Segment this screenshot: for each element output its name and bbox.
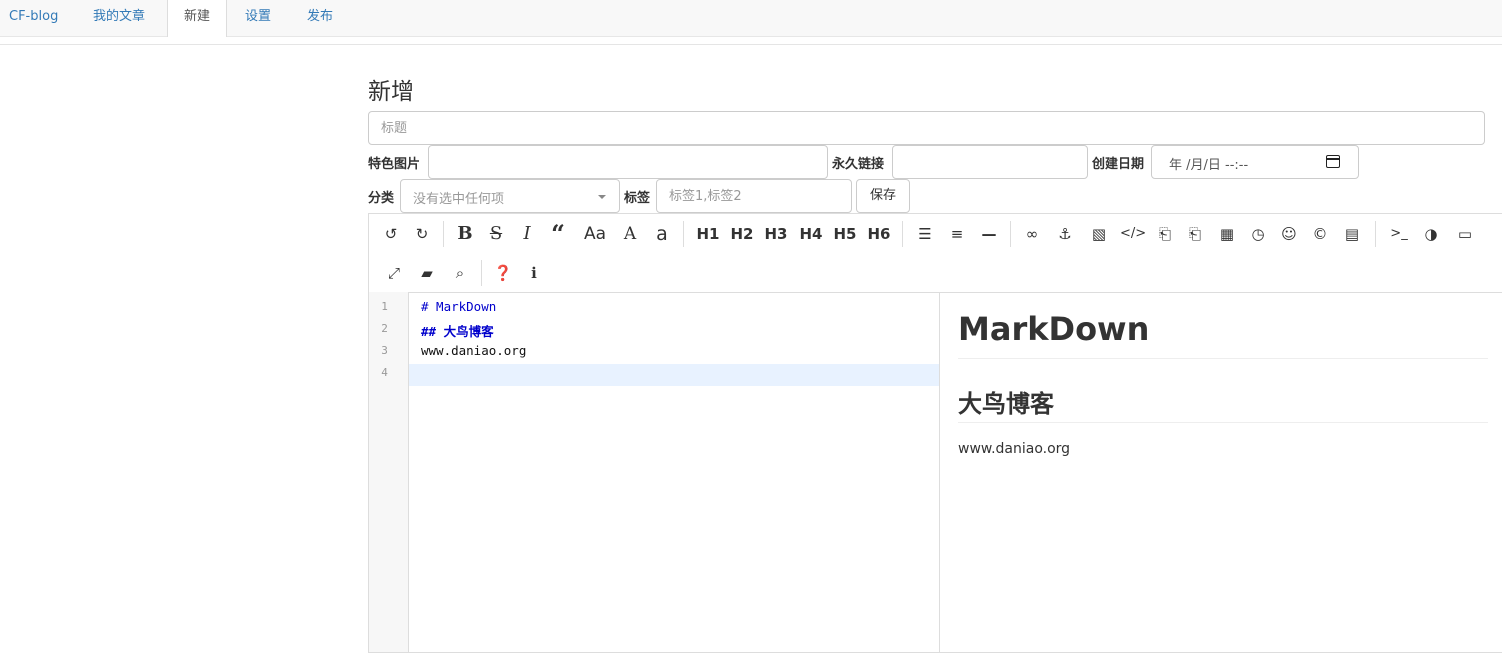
- preview-h2-rule: [958, 422, 1488, 423]
- desktop-icon[interactable]: ▭: [1453, 221, 1477, 247]
- permalink-input[interactable]: [892, 145, 1088, 179]
- featured-image-input[interactable]: [428, 145, 828, 179]
- preview-h1-rule: [958, 358, 1488, 359]
- code-line: # MarkDown: [421, 299, 497, 314]
- category-select[interactable]: 没有选中任何项: [400, 179, 620, 213]
- preview-h1: MarkDown: [958, 310, 1150, 348]
- fullscreen-icon[interactable]: ⤢: [382, 260, 406, 286]
- save-button[interactable]: 保存: [856, 179, 910, 213]
- lowercase-icon[interactable]: a: [650, 221, 674, 247]
- markdown-editor: ↺ ↻ B S I “ Aa A a H1 H2 H3 H4 H5 H6 ☰ ≡…: [368, 213, 1502, 653]
- tab-cf-blog[interactable]: CF-blog: [9, 0, 58, 36]
- tags-input[interactable]: [656, 179, 852, 213]
- anchor-icon[interactable]: ⚓: [1053, 221, 1077, 247]
- h3-button[interactable]: H3: [761, 221, 791, 247]
- h2-button[interactable]: H2: [727, 221, 757, 247]
- h4-button[interactable]: H4: [796, 221, 826, 247]
- emoji-icon[interactable]: ☺: [1277, 221, 1301, 247]
- line-number: 3: [381, 344, 388, 357]
- uppercase-icon[interactable]: Aa: [577, 221, 613, 247]
- image-icon[interactable]: ▧: [1087, 221, 1111, 247]
- line-number: 1: [381, 300, 388, 313]
- eye-slash-icon[interactable]: ◑: [1419, 221, 1443, 247]
- tab-settings[interactable]: 设置: [245, 0, 271, 36]
- bold-icon[interactable]: B: [453, 221, 477, 247]
- category-label: 分类: [368, 191, 395, 206]
- toolbar-separator: [683, 221, 684, 247]
- page-title: 新增: [368, 79, 414, 105]
- nav-divider: [0, 44, 1502, 45]
- editor-toolbar: ↺ ↻ B S I “ Aa A a H1 H2 H3 H4 H5 H6 ☰ ≡…: [369, 214, 1502, 293]
- terminal-icon[interactable]: >_: [1386, 221, 1412, 247]
- preview-h2: 大鸟博客: [958, 390, 1054, 418]
- code-line: www.daniao.org: [421, 343, 527, 358]
- featured-image-label: 特色图片: [368, 157, 421, 172]
- strikethrough-icon[interactable]: S: [484, 221, 508, 247]
- markdown-code-area[interactable]: # MarkDown ## 大鸟博客 www.daniao.org: [409, 292, 939, 652]
- calendar-icon[interactable]: [1326, 155, 1340, 168]
- capitalize-icon[interactable]: A: [618, 221, 642, 247]
- markdown-preview: MarkDown 大鸟博客 www.daniao.org: [940, 292, 1502, 652]
- toolbar-separator: [443, 221, 444, 247]
- chevron-down-icon: [598, 195, 606, 199]
- tab-my-articles[interactable]: 我的文章: [93, 0, 145, 36]
- link-icon[interactable]: ∞: [1020, 221, 1044, 247]
- line-number-gutter: 1 2 3 4: [369, 292, 409, 652]
- page-break-icon[interactable]: ▤: [1340, 221, 1364, 247]
- toolbar-separator: [1010, 221, 1011, 247]
- tab-publish[interactable]: 发布: [307, 0, 333, 36]
- search-icon[interactable]: ⌕: [448, 260, 472, 286]
- line-number: 4: [381, 366, 388, 379]
- created-date-input[interactable]: 年 /月/日 --:--: [1151, 145, 1359, 179]
- eraser-icon[interactable]: ▰: [415, 260, 439, 286]
- code-line: ## 大鸟博客: [421, 324, 494, 339]
- category-placeholder: 没有选中任何项: [413, 192, 505, 207]
- h5-button[interactable]: H5: [830, 221, 860, 247]
- h6-button[interactable]: H6: [864, 221, 894, 247]
- preview-paragraph: www.daniao.org: [958, 441, 1071, 457]
- undo-icon[interactable]: ↺: [379, 221, 403, 247]
- toolbar-separator: [1375, 221, 1376, 247]
- tab-new[interactable]: 新建: [167, 0, 227, 37]
- help-icon[interactable]: ❓: [491, 260, 515, 286]
- date-placeholder: 年 /月/日 --:--: [1169, 158, 1249, 173]
- unordered-list-icon[interactable]: ☰: [913, 221, 937, 247]
- toolbar-separator: [902, 221, 903, 247]
- horizontal-rule-icon[interactable]: —: [977, 221, 1001, 247]
- italic-icon[interactable]: I: [515, 221, 539, 247]
- quote-icon[interactable]: “: [546, 221, 570, 247]
- line-number: 2: [381, 322, 388, 335]
- h1-button[interactable]: H1: [693, 221, 723, 247]
- datetime-icon[interactable]: ◷: [1246, 221, 1270, 247]
- html-entities-icon[interactable]: ©: [1308, 221, 1332, 247]
- code-block-icon[interactable]: ⎗: [1153, 221, 1177, 247]
- ordered-list-icon[interactable]: ≡: [945, 221, 969, 247]
- title-input[interactable]: [368, 111, 1485, 145]
- permalink-label: 永久链接: [832, 157, 885, 172]
- info-icon[interactable]: ℹ: [522, 260, 546, 286]
- preformatted-code-icon[interactable]: ⎗: [1183, 221, 1207, 247]
- created-date-label: 创建日期: [1092, 157, 1145, 172]
- table-icon[interactable]: ▦: [1215, 221, 1239, 247]
- active-line-highlight: [409, 364, 939, 386]
- redo-icon[interactable]: ↻: [410, 221, 434, 247]
- code-icon[interactable]: </>: [1120, 221, 1146, 247]
- toolbar-separator: [481, 260, 482, 286]
- top-nav: CF-blog 我的文章 新建 设置 发布: [0, 0, 1502, 37]
- tags-label: 标签: [624, 191, 651, 206]
